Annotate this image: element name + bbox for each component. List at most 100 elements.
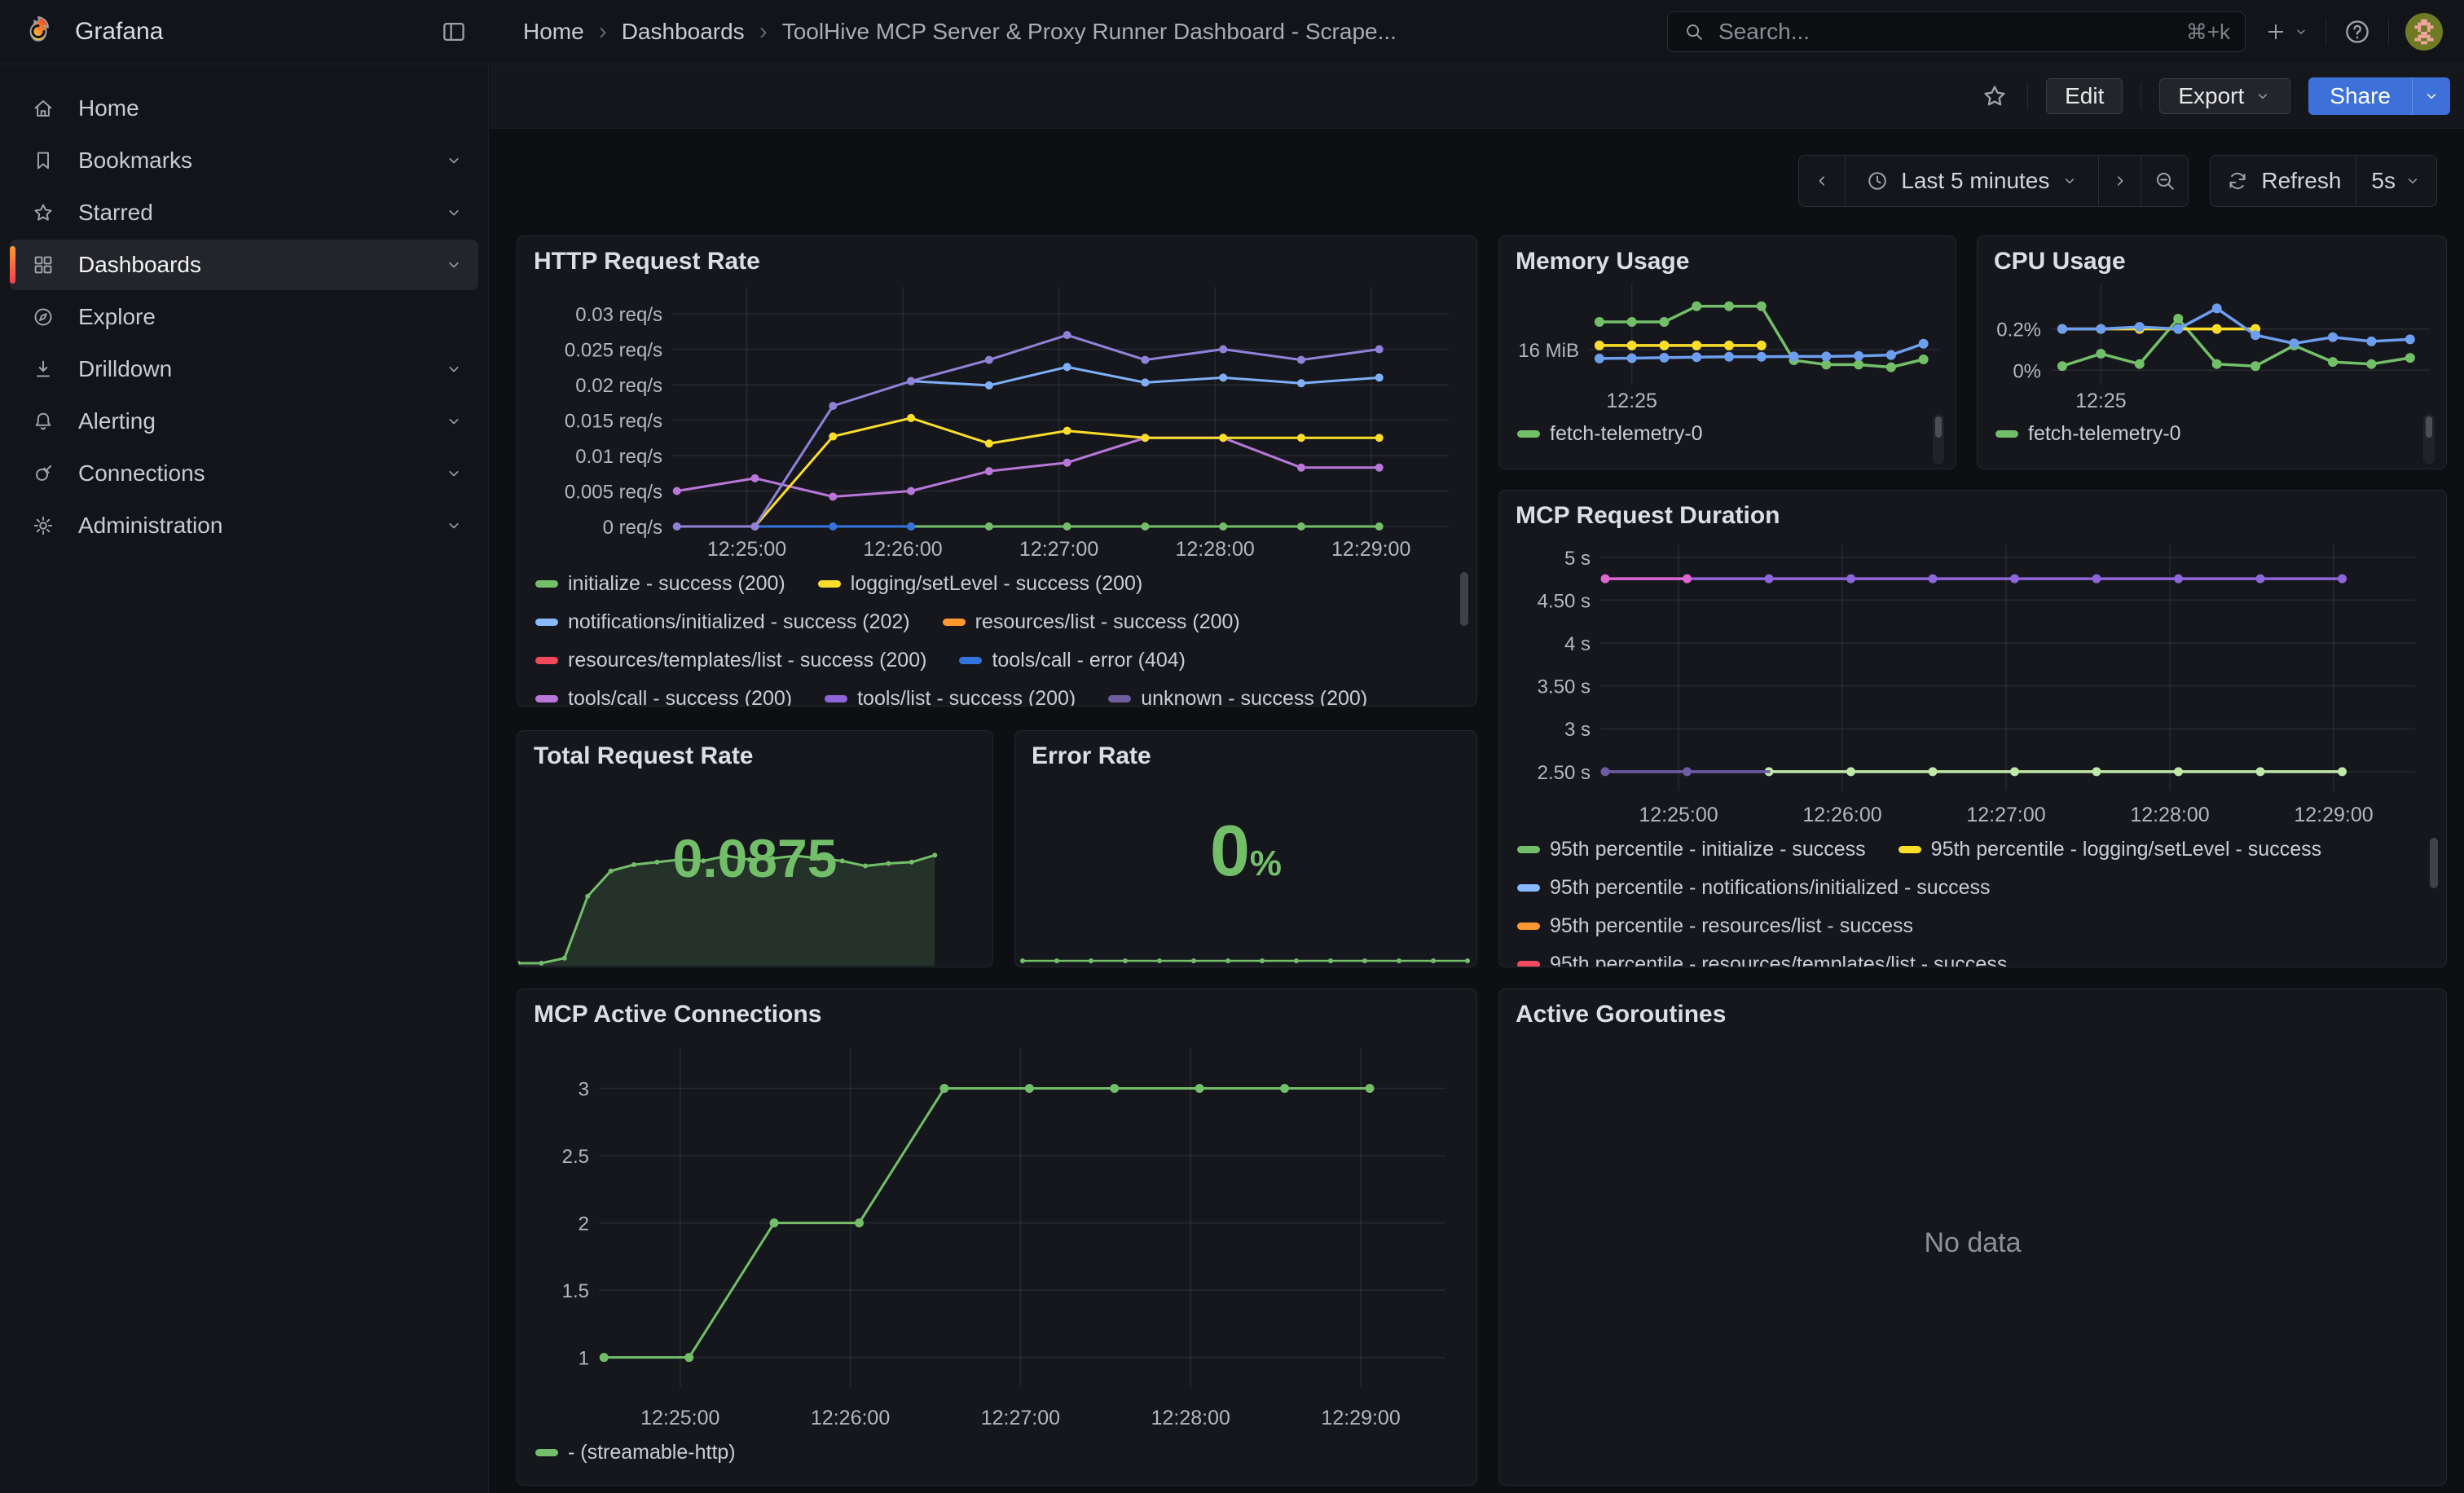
legend-scrollbar[interactable] [1460, 572, 1468, 626]
svg-text:3.50 s: 3.50 s [1538, 676, 1591, 698]
svg-text:12:26:00: 12:26:00 [1802, 804, 1881, 826]
http-request-rate-chart[interactable]: 0 req/s0.005 req/s0.01 req/s0.015 req/s0… [527, 274, 1468, 566]
panel-title: HTTP Request Rate [517, 236, 1476, 275]
breadcrumb-home-link[interactable]: Home [523, 19, 584, 45]
bell-icon [31, 409, 55, 434]
sync-icon [2225, 169, 2250, 193]
legend-item[interactable]: notifications/initialized - success (202… [535, 610, 910, 634]
legend-series-color [1899, 846, 1921, 853]
memory-usage-chart[interactable]: 16 MiB12:25 [1504, 272, 1951, 417]
legend-scrollbar[interactable] [1933, 414, 1944, 465]
svg-text:2: 2 [579, 1213, 589, 1235]
sidebar-item-alerting[interactable]: Alerting [10, 396, 478, 447]
refresh-group: Refresh 5s [2210, 155, 2437, 207]
export-button[interactable]: Export [2159, 78, 2290, 114]
legend-item[interactable]: logging/setLevel - success (200) [818, 572, 1143, 596]
legend-item[interactable]: resources/list - success (200) [943, 610, 1240, 634]
legend-item[interactable]: 95th percentile - initialize - success [1517, 838, 1866, 861]
svg-text:12:26:00: 12:26:00 [811, 1407, 890, 1429]
legend-series-color [1108, 695, 1131, 702]
sidebar-item-bookmarks[interactable]: Bookmarks [10, 135, 478, 186]
svg-text:12:27:00: 12:27:00 [981, 1407, 1060, 1429]
legend-series-color [825, 695, 847, 702]
edit-button[interactable]: Edit [2046, 78, 2123, 114]
refresh-interval-picker[interactable]: 5s [2356, 156, 2436, 206]
share-menu-button[interactable] [2412, 77, 2450, 115]
sidebar-item-label: Connections [78, 460, 205, 487]
sidebar-item-label: Explore [78, 304, 156, 330]
svg-text:1: 1 [579, 1348, 589, 1370]
zoom-out-time-button[interactable] [2141, 156, 2188, 206]
panel-title: MCP Active Connections [517, 989, 1476, 1028]
legend-item[interactable]: 95th percentile - resources/list - succe… [1517, 914, 1913, 938]
svg-text:12:25: 12:25 [2075, 390, 2127, 412]
legend-item[interactable]: tools/call - success (200) [535, 687, 792, 707]
legend-item[interactable]: 95th percentile - notifications/initiali… [1517, 876, 1991, 900]
legend-item[interactable]: tools/list - success (200) [825, 687, 1076, 707]
sidebar-item-connections[interactable]: Connections [10, 448, 478, 499]
panel-title: MCP Request Duration [1499, 491, 2446, 530]
legend-series-color [1517, 884, 1540, 892]
user-avatar[interactable] [2405, 13, 2443, 51]
add-new-button[interactable] [2264, 20, 2309, 44]
svg-text:0.03 req/s: 0.03 req/s [575, 304, 662, 326]
legend-item[interactable]: 95th percentile - logging/setLevel - suc… [1899, 838, 2321, 861]
time-shift-back-button[interactable] [1799, 156, 1845, 206]
legend-item[interactable]: 95th percentile - resources/templates/li… [1517, 953, 2007, 967]
svg-text:12:25:00: 12:25:00 [640, 1407, 719, 1429]
mcp-active-connections-chart[interactable]: 32.521.5112:25:0012:26:0012:27:0012:28:0… [527, 1027, 1468, 1434]
legend-series-color [818, 580, 841, 588]
svg-text:4 s: 4 s [1564, 633, 1591, 655]
search-box[interactable]: ⌘+k [1667, 11, 2246, 52]
plus-icon [2264, 20, 2288, 44]
legend-series-label: fetch-telemetry-0 [2028, 422, 2181, 446]
legend-item[interactable]: initialize - success (200) [535, 572, 785, 596]
legend-item[interactable]: resources/templates/list - success (200) [535, 649, 926, 672]
home-icon [31, 96, 55, 121]
chevron-left-icon [1812, 171, 1832, 191]
error-rate-unit: % [1250, 843, 1282, 884]
sidebar-item-label: Starred [78, 200, 153, 226]
legend-series-label: - (streamable-http) [568, 1441, 736, 1464]
sidebar-item-drilldown[interactable]: Drilldown [10, 344, 478, 394]
legend-item[interactable]: - (streamable-http) [535, 1441, 736, 1464]
refresh-button[interactable]: Refresh [2211, 156, 2356, 206]
panel-total-request-rate: Total Request Rate 0.0875 [517, 730, 993, 967]
svg-text:1.5: 1.5 [562, 1280, 589, 1302]
svg-text:0.01 req/s: 0.01 req/s [575, 446, 662, 468]
legend-item[interactable]: tools/call - error (404) [959, 649, 1186, 672]
time-shift-forward-button[interactable] [2098, 156, 2141, 206]
share-button[interactable]: Share [2308, 77, 2412, 115]
breadcrumb-dashboards-link[interactable]: Dashboards [622, 19, 745, 45]
error-rate-value: 0 [1210, 809, 1250, 892]
mcp-request-duration-chart[interactable]: 5 s4.50 s4 s3.50 s3 s2.50 s12:25:0012:26… [1509, 528, 2438, 831]
panel-title: Error Rate [1015, 731, 1476, 770]
sidebar-item-home[interactable]: Home [10, 83, 478, 134]
time-range-picker[interactable]: Last 5 minutes [1845, 156, 2098, 206]
chevron-down-icon [2254, 87, 2272, 105]
legend-scrollbar[interactable] [2430, 838, 2438, 888]
legend-item[interactable]: fetch-telemetry-0 [1517, 422, 1703, 446]
legend-series-color [535, 657, 558, 664]
chevron-down-icon [2061, 172, 2079, 190]
help-button[interactable] [2343, 17, 2372, 46]
star-dashboard-button[interactable] [1980, 81, 2009, 111]
sidebar-item-label: Bookmarks [78, 148, 192, 174]
cpu-usage-chart[interactable]: 0.2%0%12:25 [1982, 272, 2441, 417]
legend-item[interactable]: unknown - success (200) [1108, 687, 1367, 707]
legend-item[interactable]: fetch-telemetry-0 [1995, 422, 2181, 446]
legend-scrollbar[interactable] [2423, 414, 2435, 465]
sidebar-item-label: Drilldown [78, 356, 172, 382]
sidebar-item-administration[interactable]: Administration [10, 500, 478, 551]
panel-cpu-usage: CPU Usage 0.2%0%12:25 fetch-telemetry-0 [1977, 236, 2447, 469]
legend-series-label: initialize - success (200) [568, 572, 785, 596]
sidebar-item-label: Administration [78, 513, 222, 539]
sidebar-item-explore[interactable]: Explore [10, 292, 478, 342]
sidebar-item-dashboards[interactable]: Dashboards [10, 240, 478, 290]
breadcrumb-current-page: ToolHive MCP Server & Proxy Runner Dashb… [782, 19, 1397, 45]
sidebar-item-starred[interactable]: Starred [10, 187, 478, 238]
chevron-down-icon [444, 359, 464, 379]
dock-sidebar-icon[interactable] [440, 18, 468, 46]
grafana-logo-icon[interactable] [21, 15, 55, 49]
search-input[interactable] [1717, 18, 2175, 46]
